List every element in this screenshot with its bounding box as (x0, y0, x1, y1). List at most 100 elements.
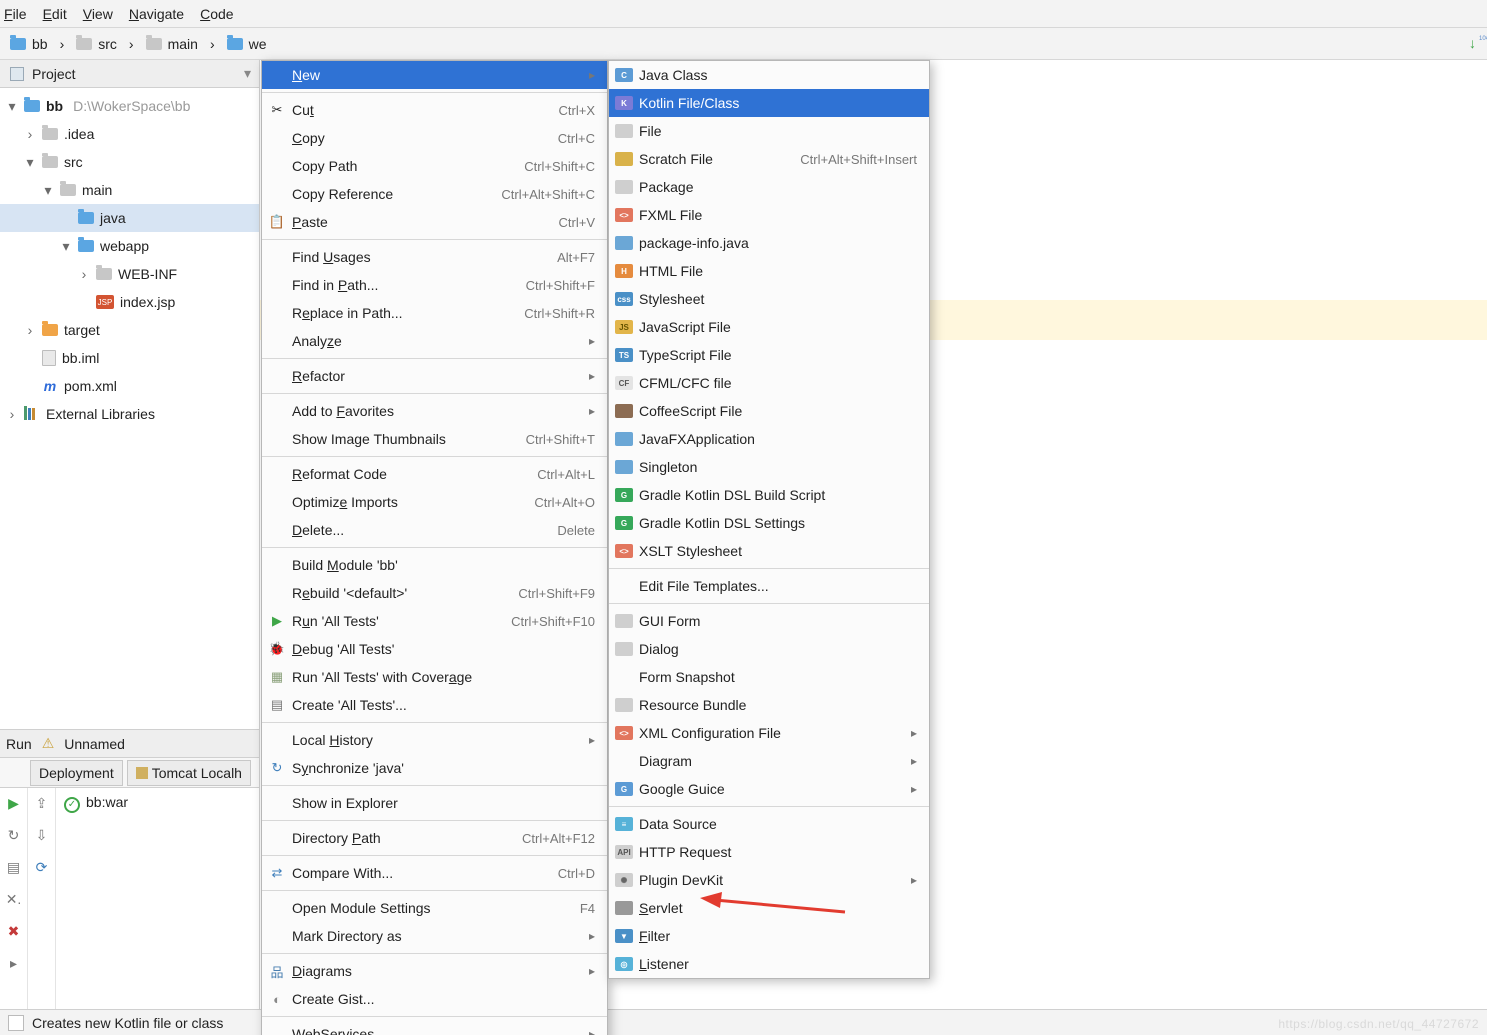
tree-node-java[interactable]: java (0, 204, 259, 232)
tree-node-webinf[interactable]: ›WEB-INF (0, 260, 259, 288)
breadcrumb-bb[interactable]: bb (6, 34, 52, 54)
menu-item[interactable]: GUI Form (609, 607, 929, 635)
tree-node-pom[interactable]: mpom.xml (0, 372, 259, 400)
run-icon[interactable]: ▶ (5, 794, 23, 812)
project-pane-header[interactable]: Project ▾ (0, 60, 259, 88)
menu-item[interactable]: ◐Create Gist... (262, 985, 607, 1013)
menu-item[interactable]: TSTypeScript File (609, 341, 929, 369)
menu-item[interactable]: HHTML File (609, 257, 929, 285)
menu-item[interactable]: ◎Listener (609, 950, 929, 978)
breadcrumb-src[interactable]: src (72, 34, 121, 54)
tree-node-root[interactable]: ▾bbD:\WokerSpace\bb (0, 92, 259, 120)
menu-item[interactable]: Edit File Templates... (609, 572, 929, 600)
artifact-row[interactable]: ✓bb:war (64, 794, 251, 813)
menu-item[interactable]: Form Snapshot (609, 663, 929, 691)
menu-item[interactable]: CFCFML/CFC file (609, 369, 929, 397)
menu-item[interactable]: Dialog (609, 635, 929, 663)
menu-item[interactable]: <>XSLT Stylesheet (609, 537, 929, 565)
menu-item[interactable]: Optimize ImportsCtrl+Alt+O (262, 488, 607, 516)
undeploy-icon[interactable]: ⇩ (33, 826, 51, 844)
menu-item[interactable]: Find in Path...Ctrl+Shift+F (262, 271, 607, 299)
stop-icon[interactable]: ✖ (5, 922, 23, 940)
menu-item[interactable]: Servlet (609, 894, 929, 922)
menu-item[interactable]: KKotlin File/Class (609, 89, 929, 117)
menu-item[interactable]: ▶Run 'All Tests'Ctrl+Shift+F10 (262, 607, 607, 635)
menu-item[interactable]: JavaFXApplication (609, 425, 929, 453)
menu-item[interactable]: APIHTTP Request (609, 838, 929, 866)
deploy-icon[interactable]: ⇪ (33, 794, 51, 812)
menu-item[interactable]: Delete...Delete (262, 516, 607, 544)
menu-item[interactable]: Build Module 'bb' (262, 551, 607, 579)
tree-node-webapp[interactable]: ▾webapp (0, 232, 259, 260)
menu-item[interactable]: CopyCtrl+C (262, 124, 607, 152)
more-icon[interactable]: ▸ (5, 954, 23, 972)
menu-item[interactable]: GGoogle Guice▸ (609, 775, 929, 803)
menu-item[interactable]: WebServices▸ (262, 1020, 607, 1035)
run-pane-header[interactable]: Run ⚠ Unnamed (0, 730, 259, 758)
menu-item[interactable]: ▤Create 'All Tests'... (262, 691, 607, 719)
menu-item[interactable]: ✂CutCtrl+X (262, 96, 607, 124)
menu-item[interactable]: Singleton (609, 453, 929, 481)
menu-view[interactable]: View (83, 6, 113, 22)
menu-navigate[interactable]: Navigate (129, 6, 184, 22)
menu-item[interactable]: Resource Bundle (609, 691, 929, 719)
menu-item[interactable]: ✺Plugin DevKit▸ (609, 866, 929, 894)
menu-item[interactable]: Rebuild '<default>'Ctrl+Shift+F9 (262, 579, 607, 607)
menu-item[interactable]: File (609, 117, 929, 145)
tree-node-bbiml[interactable]: bb.iml (0, 344, 259, 372)
breadcrumb-main[interactable]: main (142, 34, 202, 54)
menu-edit[interactable]: Edit (43, 6, 67, 22)
menu-item[interactable]: <>XML Configuration File▸ (609, 719, 929, 747)
menu-item[interactable]: Reformat CodeCtrl+Alt+L (262, 460, 607, 488)
menu-item[interactable]: Copy PathCtrl+Shift+C (262, 152, 607, 180)
menu-item[interactable]: Diagram▸ (609, 747, 929, 775)
tab-tomcat[interactable]: Tomcat Localh (127, 760, 251, 786)
menu-item[interactable]: JSJavaScript File (609, 313, 929, 341)
menu-item[interactable]: GGradle Kotlin DSL Settings (609, 509, 929, 537)
menu-item[interactable]: Scratch FileCtrl+Alt+Shift+Insert (609, 145, 929, 173)
menu-item[interactable]: Refactor▸ (262, 362, 607, 390)
status-icon[interactable] (8, 1015, 24, 1031)
menu-item[interactable]: <>FXML File (609, 201, 929, 229)
menu-item[interactable]: Package (609, 173, 929, 201)
menu-item[interactable]: Local History▸ (262, 726, 607, 754)
menu-item[interactable]: ▦Run 'All Tests' with Coverage (262, 663, 607, 691)
menu-item[interactable]: Open Module SettingsF4 (262, 894, 607, 922)
tree-node-target[interactable]: ›target (0, 316, 259, 344)
menu-item[interactable]: ⇄Compare With...Ctrl+D (262, 859, 607, 887)
menu-item[interactable]: 🐞Debug 'All Tests' (262, 635, 607, 663)
menu-item[interactable]: ▼Filter (609, 922, 929, 950)
tree-node-external-libs[interactable]: ›External Libraries (0, 400, 259, 428)
menu-item[interactable]: 品Diagrams▸ (262, 957, 607, 985)
menu-item[interactable]: 📋PasteCtrl+V (262, 208, 607, 236)
menu-item[interactable]: ↻Synchronize 'java' (262, 754, 607, 782)
menu-item[interactable]: ≡Data Source (609, 810, 929, 838)
tree-node-main[interactable]: ▾main (0, 176, 259, 204)
menu-item[interactable]: CJava Class (609, 61, 929, 89)
menu-code[interactable]: Code (200, 6, 233, 22)
menu-item[interactable]: New▸ (262, 61, 607, 89)
menu-item[interactable]: Add to Favorites▸ (262, 397, 607, 425)
menu-item[interactable]: Find UsagesAlt+F7 (262, 243, 607, 271)
tree-node-idea[interactable]: ›.idea (0, 120, 259, 148)
menu-item[interactable]: Show Image ThumbnailsCtrl+Shift+T (262, 425, 607, 453)
menu-item[interactable]: Mark Directory as▸ (262, 922, 607, 950)
menu-item[interactable]: Show in Explorer (262, 789, 607, 817)
tree-node-indexjsp[interactable]: JSPindex.jsp (0, 288, 259, 316)
dropdown-icon[interactable]: ▾ (244, 65, 251, 82)
menu-item[interactable]: CoffeeScript File (609, 397, 929, 425)
download-icon[interactable] (1469, 35, 1487, 53)
menu-item[interactable]: Analyze▸ (262, 327, 607, 355)
menu-item[interactable]: Copy ReferenceCtrl+Alt+Shift+C (262, 180, 607, 208)
refresh-icon[interactable]: ⟳ (33, 858, 51, 876)
menu-item[interactable]: GGradle Kotlin DSL Build Script (609, 481, 929, 509)
tree-node-src[interactable]: ▾src (0, 148, 259, 176)
tab-deployment[interactable]: Deployment (30, 760, 123, 786)
menu-item[interactable]: cssStylesheet (609, 285, 929, 313)
layout-icon[interactable]: ▤ (5, 858, 23, 876)
menu-item[interactable]: Replace in Path...Ctrl+Shift+R (262, 299, 607, 327)
menu-item[interactable]: Directory PathCtrl+Alt+F12 (262, 824, 607, 852)
menu-file[interactable]: File (4, 6, 27, 22)
breadcrumb-we[interactable]: we (223, 34, 271, 54)
pin-icon[interactable]: ✕. (5, 890, 23, 908)
